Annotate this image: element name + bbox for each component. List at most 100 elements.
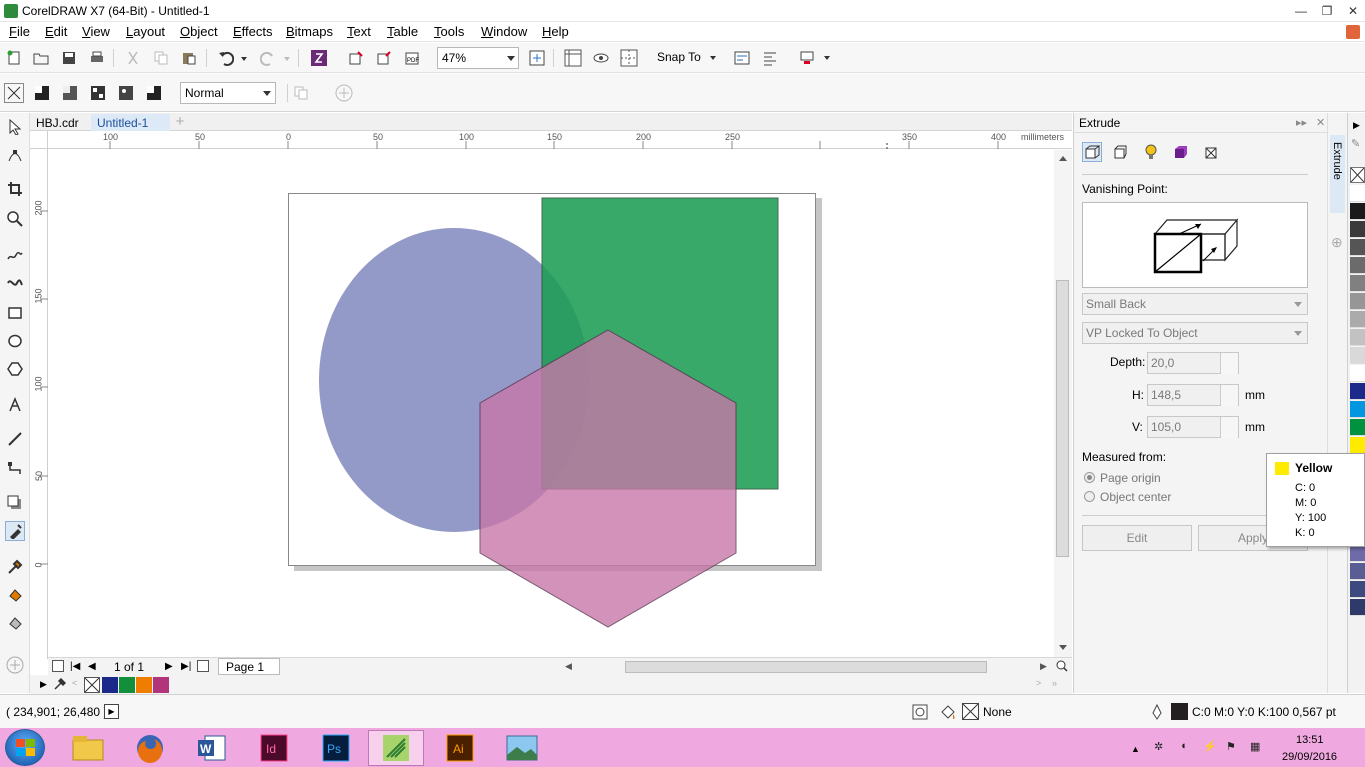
close-docker-icon[interactable]: ✕ bbox=[1316, 116, 1325, 129]
crop-tool-icon[interactable] bbox=[5, 179, 25, 199]
no-color-swatch[interactable] bbox=[84, 677, 100, 693]
palette-color-swatch[interactable] bbox=[1350, 383, 1365, 400]
chevron-down-icon[interactable] bbox=[507, 56, 515, 61]
palette-color-swatch[interactable] bbox=[1350, 563, 1365, 580]
close-button[interactable]: ✕ bbox=[1342, 2, 1364, 20]
palette-color-swatch[interactable] bbox=[1350, 329, 1365, 346]
add-preset-icon[interactable] bbox=[334, 83, 354, 103]
add-page-before-icon[interactable] bbox=[52, 660, 64, 672]
publish-pdf-icon[interactable]: PDF bbox=[402, 48, 422, 68]
power-icon[interactable]: ⚡ bbox=[1203, 740, 1217, 753]
scroll-up-icon[interactable] bbox=[1059, 156, 1067, 161]
menu-bitmaps[interactable]: Bitmaps bbox=[286, 24, 333, 39]
zoom-tool-icon[interactable] bbox=[5, 209, 25, 229]
palette-color-swatch[interactable] bbox=[1350, 221, 1365, 238]
account-icon[interactable] bbox=[1346, 25, 1360, 39]
show-rulers-icon[interactable] bbox=[563, 48, 583, 68]
uniform-transparency-icon[interactable] bbox=[32, 83, 52, 103]
menu-text[interactable]: Text bbox=[347, 24, 371, 39]
h-field[interactable]: 148,5 bbox=[1147, 384, 1239, 406]
pick-tool-icon[interactable] bbox=[5, 117, 25, 137]
restore-button[interactable]: ❐ bbox=[1316, 2, 1338, 20]
document-color-swatch[interactable] bbox=[153, 677, 169, 693]
taskbar-photoshop-icon[interactable]: Ps bbox=[308, 730, 364, 766]
document-color-swatch[interactable] bbox=[102, 677, 118, 693]
network-icon[interactable]: ▦ bbox=[1250, 740, 1260, 753]
scroll-left-icon[interactable]: ◀ bbox=[565, 661, 572, 672]
next-page-icon[interactable]: ▶ bbox=[165, 661, 173, 672]
ruler-origin[interactable] bbox=[30, 131, 48, 149]
vector-pattern-transparency-icon[interactable] bbox=[88, 83, 108, 103]
full-screen-preview-icon[interactable] bbox=[527, 48, 547, 68]
tab-untitled-1[interactable]: Untitled-1 bbox=[91, 114, 170, 131]
fill-bucket-icon[interactable] bbox=[940, 704, 956, 720]
palette-color-swatch[interactable] bbox=[1350, 257, 1365, 274]
extrude-camera-icon[interactable] bbox=[1082, 142, 1102, 162]
document-color-swatch[interactable] bbox=[136, 677, 152, 693]
vanishing-point-lock-select[interactable]: VP Locked To Object bbox=[1082, 322, 1308, 344]
new-document-icon[interactable] bbox=[4, 48, 24, 68]
spin-arrows-icon[interactable] bbox=[1220, 353, 1238, 374]
drawing-canvas[interactable] bbox=[48, 150, 1054, 657]
tab-extrude[interactable]: Extrude bbox=[1330, 135, 1345, 213]
menu-table[interactable]: Table bbox=[387, 24, 418, 39]
taskbar-indesign-icon[interactable]: Id bbox=[246, 730, 302, 766]
scroll-thumb[interactable] bbox=[1056, 280, 1069, 557]
open-icon[interactable] bbox=[31, 48, 51, 68]
document-color-swatch[interactable] bbox=[119, 677, 135, 693]
palette-color-swatch[interactable] bbox=[1350, 419, 1365, 436]
horizontal-ruler[interactable]: 100 50 0 50 100 150 200 250 350 400 mill… bbox=[48, 131, 1072, 149]
menu-view[interactable]: View bbox=[82, 24, 110, 39]
depth-field[interactable]: 20,0 bbox=[1147, 352, 1239, 374]
add-tool-icon[interactable] bbox=[5, 655, 25, 675]
palette-color-swatch[interactable] bbox=[1350, 347, 1365, 364]
palette-scroll-right-icon[interactable]: > bbox=[1036, 678, 1041, 688]
snap-to-menu[interactable]: Snap To bbox=[657, 50, 701, 64]
palette-color-swatch[interactable] bbox=[1350, 275, 1365, 292]
align-icon[interactable] bbox=[760, 48, 780, 68]
redo-icon[interactable] bbox=[258, 48, 278, 68]
import-icon[interactable] bbox=[346, 48, 366, 68]
color-eyedropper-tool-icon[interactable] bbox=[5, 557, 25, 577]
palette-color-swatch[interactable] bbox=[1350, 437, 1365, 454]
show-hidden-icons[interactable]: ▲ bbox=[1131, 744, 1140, 754]
taskbar-firefox-icon[interactable] bbox=[122, 730, 178, 766]
paste-icon[interactable] bbox=[179, 48, 199, 68]
application-launcher-icon[interactable] bbox=[797, 48, 817, 68]
transparency-mode-select[interactable]: Normal bbox=[180, 82, 276, 104]
tab-hbj[interactable]: HBJ.cdr bbox=[30, 114, 85, 131]
two-color-pattern-transparency-icon[interactable] bbox=[144, 83, 164, 103]
scroll-down-icon[interactable] bbox=[1059, 645, 1067, 650]
parallel-dimension-tool-icon[interactable] bbox=[5, 429, 25, 449]
palette-expand-icon[interactable]: » bbox=[1052, 678, 1057, 688]
palette-color-swatch[interactable] bbox=[1350, 311, 1365, 328]
fountain-transparency-icon[interactable] bbox=[60, 83, 80, 103]
menu-edit[interactable]: Edit bbox=[45, 24, 67, 39]
palette-color-swatch[interactable] bbox=[1350, 365, 1365, 382]
palette-menu-icon[interactable]: ▶ bbox=[1353, 120, 1360, 131]
new-tab-plus-icon[interactable]: + bbox=[172, 114, 188, 130]
palette-color-swatch[interactable] bbox=[1350, 203, 1365, 220]
menu-layout[interactable]: Layout bbox=[126, 24, 165, 39]
radio-page-origin[interactable] bbox=[1084, 472, 1095, 483]
vertical-scrollbar[interactable] bbox=[1054, 150, 1072, 657]
fill-status-icon[interactable] bbox=[912, 704, 928, 720]
v-field[interactable]: 105,0 bbox=[1147, 416, 1239, 438]
outline-pen-icon[interactable] bbox=[1150, 704, 1164, 720]
chevron-down-icon[interactable] bbox=[710, 56, 716, 60]
undo-dropdown-icon[interactable] bbox=[241, 57, 247, 61]
palette-color-swatch[interactable] bbox=[1350, 599, 1365, 616]
add-docker-icon[interactable]: ⊕ bbox=[1331, 234, 1343, 251]
vertical-ruler[interactable]: 200 150 100 50 0 bbox=[30, 149, 48, 659]
bitmap-pattern-transparency-icon[interactable] bbox=[116, 83, 136, 103]
radio-object-center[interactable] bbox=[1084, 491, 1095, 502]
copy-transparency-icon[interactable] bbox=[291, 83, 311, 103]
palette-eyedropper-icon[interactable]: ✎ bbox=[1351, 137, 1360, 150]
palette-color-swatch[interactable] bbox=[1350, 401, 1365, 418]
taskbar-illustrator-icon[interactable]: Ai bbox=[432, 730, 488, 766]
text-tool-icon[interactable] bbox=[5, 395, 25, 415]
extrude-bevel-icon[interactable] bbox=[1201, 142, 1221, 162]
chevron-down-icon[interactable] bbox=[263, 91, 271, 96]
artistic-media-tool-icon[interactable] bbox=[5, 273, 25, 293]
copy-icon[interactable] bbox=[151, 48, 171, 68]
